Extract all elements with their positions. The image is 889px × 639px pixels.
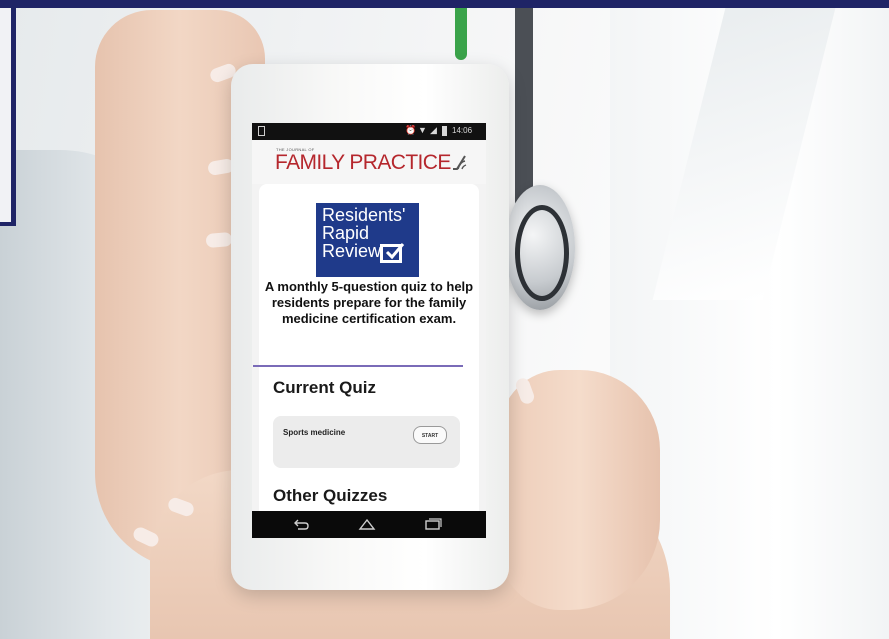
list-item[interactable]: Sports medicine START [273,416,460,468]
stethoscope-tube [515,0,533,210]
left-panel [0,0,16,226]
start-button[interactable]: START [413,426,447,444]
signal-waves-icon [453,155,467,170]
residents-rapid-review-logo: Residents' Rapid Review [316,203,419,277]
quiz-description: A monthly 5-question quiz to help reside… [264,279,474,326]
quiz-card: Residents' Rapid Review A monthly 5-ques… [253,184,479,538]
signal-icon: ◢ [430,125,437,135]
current-quiz-heading: Current Quiz [273,378,376,397]
left-panel-inner [0,8,11,222]
logo-line-1: Residents' [322,205,406,225]
battery-icon [442,126,447,136]
checkbox-icon [380,243,405,263]
status-time: 14:06 [452,126,473,135]
masthead-title: FAMILY PRACTICE [275,151,451,174]
back-icon[interactable] [292,517,310,531]
sim-icon [258,126,265,136]
stethoscope-ring [515,205,569,301]
right-hand [500,370,660,610]
app-header: THE JOURNAL OF FAMILY PRACTICE [252,140,486,184]
wifi-icon: ▼ [418,125,427,135]
logo-line-3: Review [322,241,382,261]
home-icon[interactable] [358,517,376,531]
phone-screen: ⏰ ▼ ◢ 14:06 THE JOURNAL OF FAMILY PRACTI… [252,123,486,538]
status-bar: ⏰ ▼ ◢ 14:06 [252,123,486,140]
recents-icon[interactable] [424,517,442,531]
section-divider [253,365,463,367]
alarm-icon: ⏰ [405,125,417,135]
navigation-bar [252,511,486,538]
stethoscope-tube-green [455,0,467,60]
other-quizzes-heading: Other Quizzes [273,486,388,505]
logo-line-2: Rapid [322,223,370,243]
top-band [0,0,889,8]
quiz-name: Sports medicine [283,428,346,437]
photo-background: ⏰ ▼ ◢ 14:06 THE JOURNAL OF FAMILY PRACTI… [0,0,889,639]
